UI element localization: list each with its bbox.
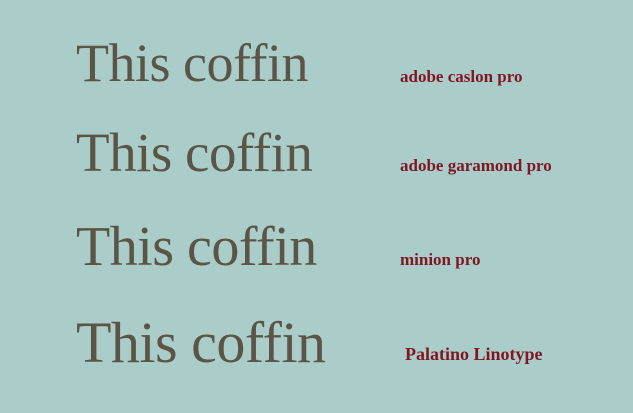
font-sample-row: This coffin adobe garamond pro [0,117,633,197]
font-name-label: minion pro [400,250,481,269]
font-name-label: Palatino Linotype [405,344,543,364]
font-sample-row: This coffin adobe caslon pro [0,28,633,108]
sample-text: This coffin [76,122,313,183]
sample-text: This coffin [76,33,308,93]
font-sample-row: This coffin Palatino Linotype [0,302,633,382]
sample-text: This coffin [76,310,326,375]
font-sample-row: This coffin minion pro [0,209,633,289]
sample-text: This coffin [76,216,317,278]
font-name-label: adobe garamond pro [400,156,552,175]
font-name-label: adobe caslon pro [400,67,523,86]
